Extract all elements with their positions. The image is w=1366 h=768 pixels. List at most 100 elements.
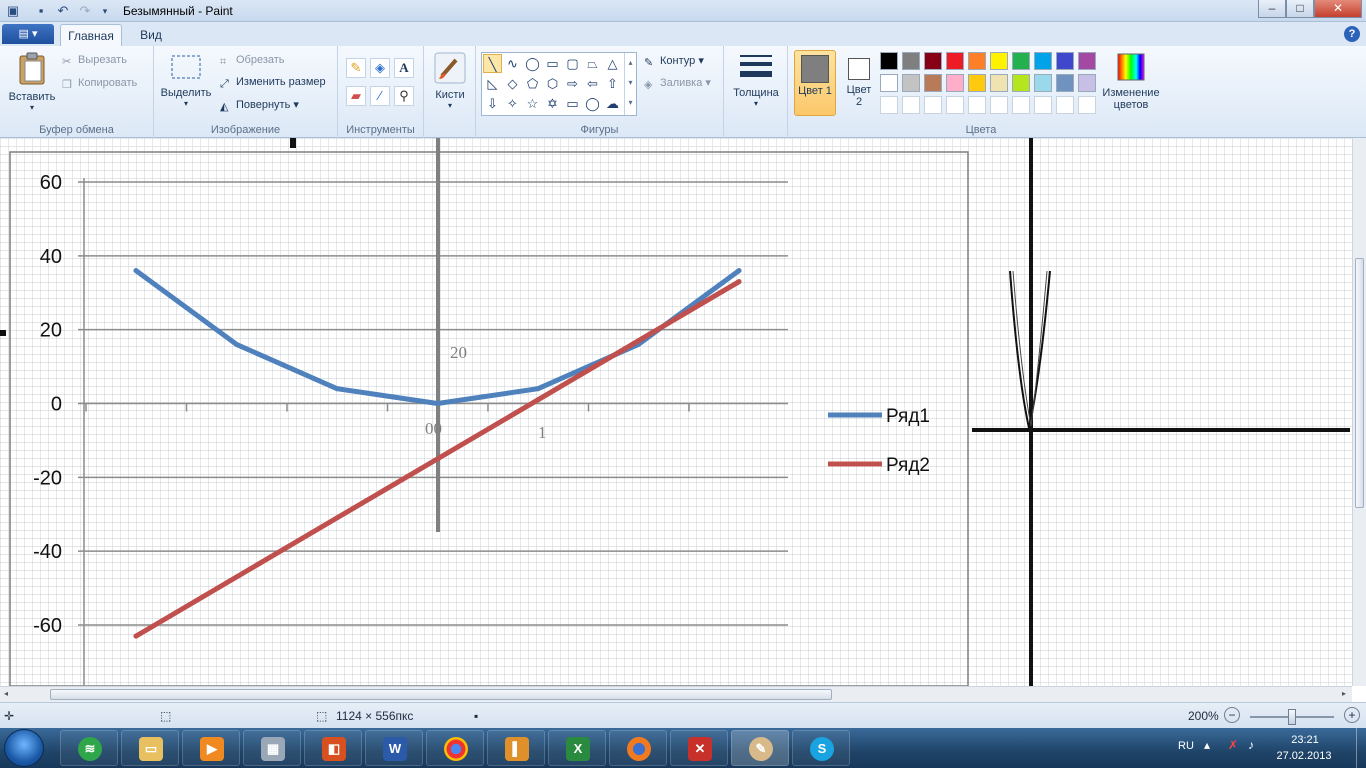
rect-callout-shape-icon[interactable]: ▭ <box>563 94 582 113</box>
cut-button[interactable]: ✂ Вырезать <box>62 54 127 68</box>
custom-color-slot[interactable] <box>946 96 964 114</box>
color1-button[interactable]: Цвет 1 <box>794 50 836 116</box>
shapes-scroll[interactable]: ▴ ▾ ▾ <box>624 53 636 115</box>
taskbar-network-app[interactable]: ≋ <box>60 730 118 766</box>
taskbar-word[interactable]: W <box>365 730 423 766</box>
horizontal-scroll-thumb[interactable] <box>50 689 832 700</box>
text-tool-icon[interactable]: A <box>394 58 414 78</box>
custom-color-slot[interactable] <box>1034 96 1052 114</box>
zoom-out-button[interactable]: − <box>1224 707 1240 723</box>
taskbar-notebook[interactable]: ▌ <box>487 730 545 766</box>
oval-shape-icon[interactable]: ◯ <box>523 54 542 73</box>
horizontal-scrollbar[interactable]: ◂ ▸ <box>0 686 1352 702</box>
palette-swatch[interactable] <box>880 74 898 92</box>
custom-color-slot[interactable] <box>1056 96 1074 114</box>
taskbar-skype[interactable]: S <box>792 730 850 766</box>
polygon-shape-icon[interactable]: ⏢ <box>583 54 602 73</box>
resize-button[interactable]: ⤢ Изменить размер <box>220 76 326 91</box>
rounded-rectangle-shape-icon[interactable]: ▢ <box>563 54 582 73</box>
custom-color-slot[interactable] <box>880 96 898 114</box>
customize-toolbar-icon[interactable]: ▾ <box>96 2 114 20</box>
zoom-slider-thumb[interactable] <box>1288 709 1296 725</box>
rotate-button[interactable]: ◭ Повернуть ▾ <box>220 98 299 113</box>
palette-swatch[interactable] <box>1012 52 1030 70</box>
taskbar-document-app[interactable]: ✕ <box>670 730 728 766</box>
up-arrow-shape-icon[interactable]: ⇧ <box>603 74 622 93</box>
taskbar-explorer[interactable]: ▭ <box>121 730 179 766</box>
cloud-callout-shape-icon[interactable]: ☁ <box>603 94 622 113</box>
fill-button[interactable]: ◈ Заливка ▾ <box>644 76 711 91</box>
eraser-icon[interactable]: ▰ <box>346 86 366 106</box>
network-warning-icon[interactable]: ✗ <box>1228 738 1238 752</box>
language-indicator[interactable]: RU <box>1178 740 1194 752</box>
taskbar-calculator[interactable]: ▦ <box>243 730 301 766</box>
scroll-right-icon[interactable]: ▸ <box>1342 689 1346 698</box>
clock-date[interactable]: 27.02.2013 <box>1266 750 1342 762</box>
start-button[interactable] <box>4 729 44 767</box>
show-desktop-button[interactable] <box>1356 728 1366 768</box>
size-button[interactable]: Толщина ▾ <box>730 52 782 108</box>
paint-app-icon[interactable]: ▣ <box>4 2 22 20</box>
custom-color-slot[interactable] <box>990 96 1008 114</box>
hexagon-shape-icon[interactable]: ⬡ <box>543 74 562 93</box>
save-icon[interactable]: ▪ <box>32 2 50 20</box>
palette-swatch[interactable] <box>924 52 942 70</box>
color2-button[interactable]: Цвет 2 <box>840 50 878 116</box>
scroll-left-icon[interactable]: ◂ <box>4 689 8 698</box>
taskbar-presentation[interactable]: ◧ <box>304 730 362 766</box>
curve-shape-icon[interactable]: ∿ <box>503 54 522 73</box>
tray-arrow-icon[interactable]: ▴ <box>1204 738 1210 752</box>
six-point-star-shape-icon[interactable]: ✡ <box>543 94 562 113</box>
palette-swatch[interactable] <box>946 74 964 92</box>
palette-swatch[interactable] <box>1012 74 1030 92</box>
right-arrow-shape-icon[interactable]: ⇨ <box>563 74 582 93</box>
palette-swatch[interactable] <box>924 74 942 92</box>
crop-button[interactable]: ⌗ Обрезать <box>220 54 285 69</box>
palette-swatch[interactable] <box>968 52 986 70</box>
taskbar-firefox[interactable] <box>609 730 667 766</box>
paste-button[interactable]: Вставить ▾ <box>6 52 58 112</box>
tab-home[interactable]: Главная <box>60 24 122 46</box>
redo-icon[interactable]: ↷ <box>76 2 94 20</box>
help-icon[interactable]: ? <box>1344 26 1360 42</box>
palette-swatch[interactable] <box>990 74 1008 92</box>
taskbar-media-player[interactable]: ▶ <box>182 730 240 766</box>
right-triangle-shape-icon[interactable]: ◺ <box>483 74 502 93</box>
magnifier-icon[interactable]: ⚲ <box>394 86 414 106</box>
tab-view[interactable]: Вид <box>126 24 176 46</box>
taskbar-paint[interactable]: ✎ <box>731 730 789 766</box>
vertical-scroll-thumb[interactable] <box>1355 258 1364 508</box>
shapes-gallery[interactable]: ╲ ∿ ◯ ▭ ▢ ⏢ △ ◺ ◇ ⬠ ⬡ ⇨ ⇦ ⇧ ⇩ ✧ ☆ ✡ ▭ ◯ … <box>481 52 637 116</box>
volume-icon[interactable]: ♪ <box>1248 738 1254 752</box>
pentagon-shape-icon[interactable]: ⬠ <box>523 74 542 93</box>
line-shape-icon[interactable]: ╲ <box>483 54 502 73</box>
left-arrow-shape-icon[interactable]: ⇦ <box>583 74 602 93</box>
app-menu-button[interactable]: ▤ ▾ <box>2 24 54 44</box>
triangle-shape-icon[interactable]: △ <box>603 54 622 73</box>
diamond-shape-icon[interactable]: ◇ <box>503 74 522 93</box>
palette-swatch[interactable] <box>902 52 920 70</box>
custom-color-slot[interactable] <box>968 96 986 114</box>
undo-icon[interactable]: ↶ <box>54 2 72 20</box>
maximize-button[interactable]: □ <box>1286 0 1314 18</box>
close-button[interactable]: ✕ <box>1314 0 1362 18</box>
four-point-star-shape-icon[interactable]: ✧ <box>503 94 522 113</box>
palette-swatch[interactable] <box>990 52 1008 70</box>
taskbar-chrome[interactable] <box>426 730 484 766</box>
custom-color-slot[interactable] <box>1078 96 1096 114</box>
palette-swatch[interactable] <box>946 52 964 70</box>
color-picker-icon[interactable]: ⁄ <box>370 86 390 106</box>
outline-button[interactable]: ✎ Контур ▾ <box>644 54 704 69</box>
paint-canvas[interactable]: 60 40 20 0 -20 -40 -60 Ряд1 Ряд2 20 00 1 <box>0 138 1352 686</box>
copy-button[interactable]: ❐ Копировать <box>62 77 137 91</box>
rectangle-shape-icon[interactable]: ▭ <box>543 54 562 73</box>
edit-colors-button[interactable]: Изменение цветов <box>1098 52 1164 111</box>
custom-color-slot[interactable] <box>902 96 920 114</box>
palette-swatch[interactable] <box>1034 74 1052 92</box>
palette-swatch[interactable] <box>1078 74 1096 92</box>
zoom-in-button[interactable]: + <box>1344 707 1360 723</box>
palette-swatch[interactable] <box>880 52 898 70</box>
five-point-star-shape-icon[interactable]: ☆ <box>523 94 542 113</box>
custom-color-slot[interactable] <box>1012 96 1030 114</box>
clock-time[interactable]: 23:21 <box>1272 734 1338 746</box>
